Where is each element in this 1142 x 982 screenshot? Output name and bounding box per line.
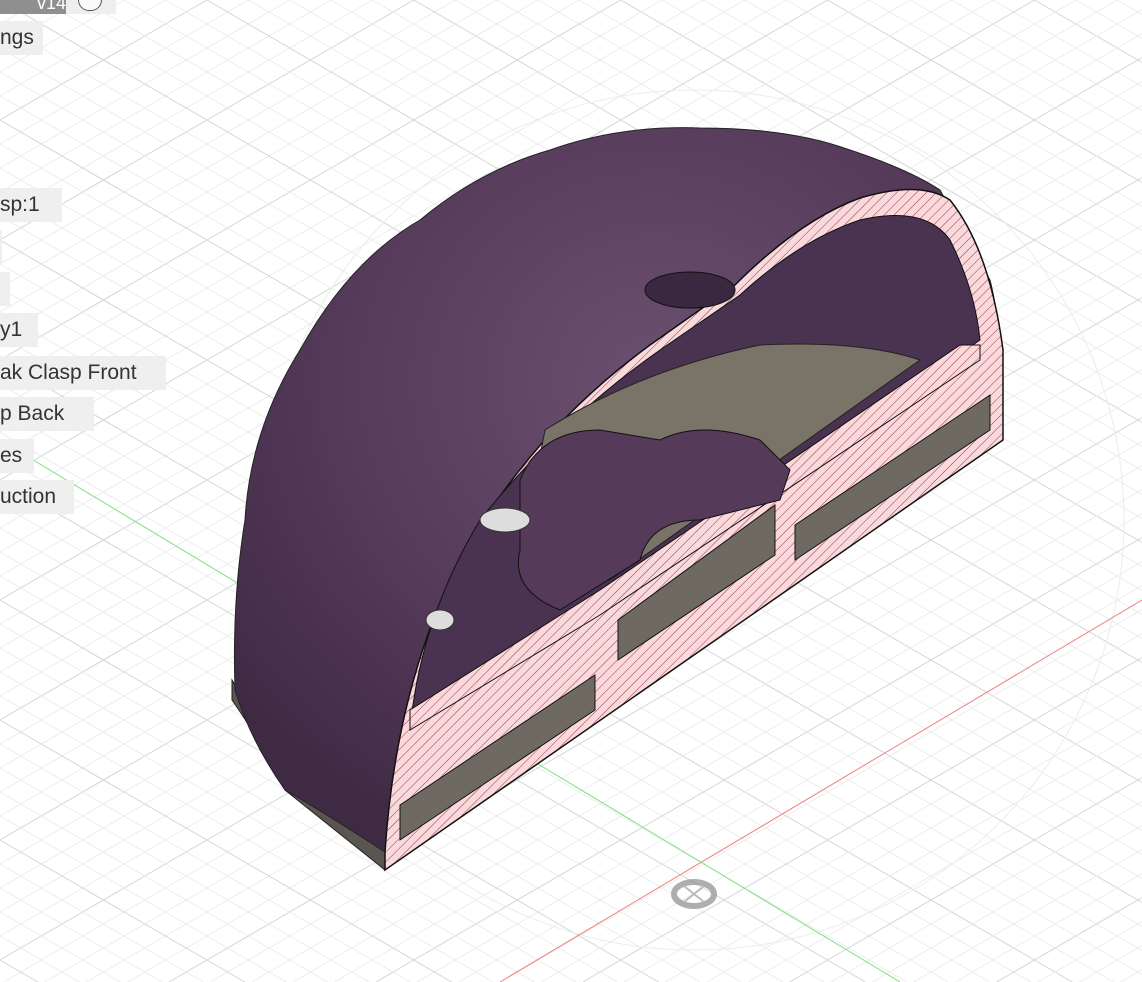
origin-marker-icon[interactable]	[671, 879, 717, 909]
browser-item[interactable]	[0, 230, 2, 264]
grid-line	[827, 0, 1142, 183]
browser-item-label: uction	[0, 485, 57, 508]
grid-line	[913, 849, 1142, 982]
grid-line	[1079, 945, 1142, 982]
model-body[interactable]	[231, 127, 1004, 872]
grid-line	[0, 791, 328, 982]
browser-item-label	[0, 277, 8, 300]
browser-item-label	[0, 235, 2, 258]
browser-item[interactable]: ak Clasp Front	[0, 356, 166, 390]
browser-item-label: ngs	[0, 26, 34, 49]
grid-line	[582, 657, 1142, 982]
browser-item[interactable]: uction	[0, 480, 74, 514]
grid-line	[0, 815, 287, 982]
browser-item-label: y1	[0, 318, 23, 341]
browser-item[interactable]: y1	[0, 313, 38, 347]
grid-line	[830, 801, 1142, 982]
browser-item-label: p Back	[0, 402, 65, 425]
grid-line	[1034, 0, 1142, 63]
grid-line	[0, 863, 204, 982]
grid-line	[910, 0, 1142, 135]
grid-line	[0, 959, 39, 982]
grid-line	[623, 681, 1142, 982]
3d-viewport[interactable]	[0, 0, 1142, 982]
browser-item[interactable]: p Back	[0, 397, 94, 431]
browser-item-label: es	[0, 444, 23, 467]
grid-line	[992, 0, 1142, 87]
grid-line	[1037, 921, 1142, 982]
grid-line	[0, 935, 80, 982]
browser-item[interactable]: es	[0, 439, 34, 473]
browser-item-label: sp:1	[0, 193, 40, 216]
browser-item[interactable]	[0, 272, 10, 306]
hole	[644, 271, 736, 309]
grid-line	[954, 873, 1142, 982]
grid-line	[665, 705, 1142, 982]
grid-line	[996, 897, 1142, 982]
browser-item-label: ak Clasp Front	[0, 361, 137, 384]
grid-line	[1075, 0, 1142, 39]
version-badge: v14	[0, 0, 66, 14]
grid-line	[0, 887, 163, 982]
browser-item[interactable]: ngs	[0, 21, 43, 55]
grid-line	[1120, 969, 1142, 982]
hole	[425, 609, 455, 631]
browser-item[interactable]: sp:1	[0, 188, 62, 222]
grid-line	[872, 825, 1142, 982]
hole	[479, 507, 531, 533]
